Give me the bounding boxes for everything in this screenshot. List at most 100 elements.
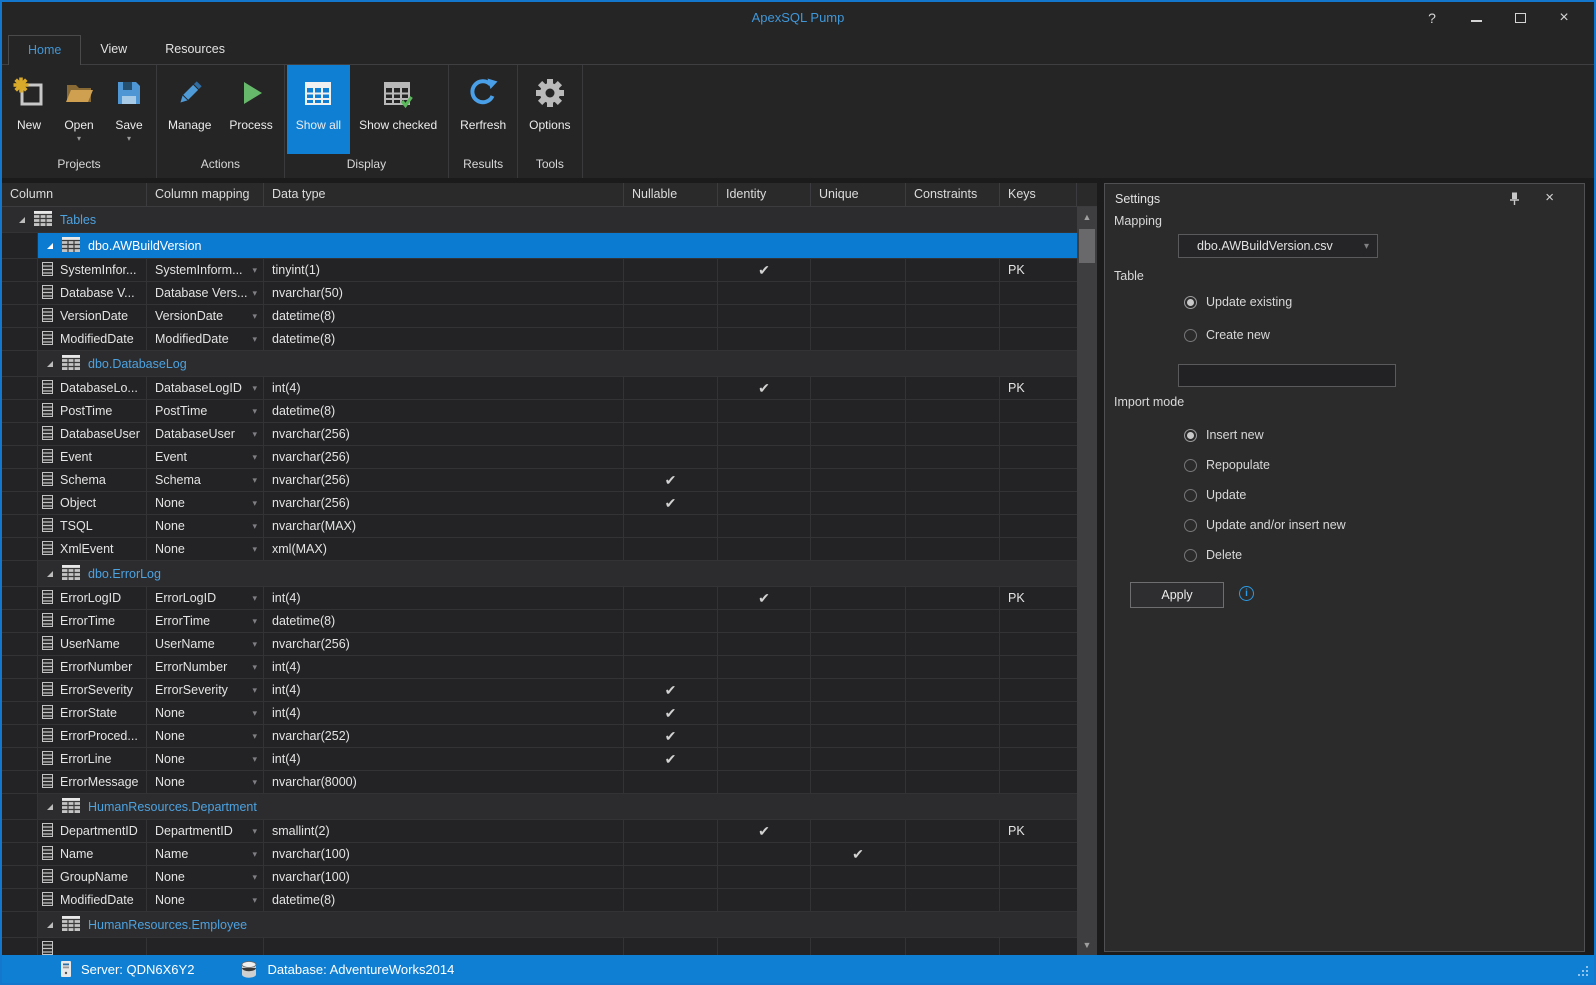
chevron-down-icon[interactable]: ▾ bbox=[252, 593, 257, 604]
header-keys[interactable]: Keys bbox=[1000, 183, 1077, 206]
table-row[interactable]: SystemInfor... SystemInform... ▾ tinyint… bbox=[2, 259, 1077, 282]
header-nullable[interactable]: Nullable bbox=[624, 183, 718, 206]
apply-button[interactable]: Apply bbox=[1130, 582, 1224, 608]
header-identity[interactable]: Identity bbox=[718, 183, 811, 206]
column-mapping-cell[interactable]: Schema ▾ bbox=[147, 469, 264, 491]
radio-icon[interactable] bbox=[1184, 295, 1197, 309]
save-button[interactable]: Save ▾ bbox=[104, 65, 154, 154]
chevron-down-icon[interactable]: ▾ bbox=[252, 872, 257, 883]
table-row[interactable]: XmlEvent None ▾ xml(MAX) bbox=[2, 538, 1077, 561]
open-button[interactable]: Open ▾ bbox=[54, 65, 104, 154]
header-column[interactable]: Column bbox=[2, 183, 147, 206]
table-row[interactable]: ErrorState None ▾ int(4) ✔ bbox=[2, 702, 1077, 725]
table-row[interactable]: ErrorTime ErrorTime ▾ datetime(8) bbox=[2, 610, 1077, 633]
table-row[interactable]: Event Event ▾ nvarchar(256) bbox=[2, 446, 1077, 469]
show-checked-button[interactable]: Show checked bbox=[350, 65, 446, 154]
process-button[interactable]: Process bbox=[220, 65, 281, 154]
table-row[interactable]: Object None ▾ nvarchar(256) ✔ bbox=[2, 492, 1077, 515]
chevron-down-icon[interactable]: ▾ bbox=[252, 406, 257, 417]
expand-triangle-icon[interactable] bbox=[46, 921, 54, 929]
table-group-row[interactable]: HumanResources.Employee bbox=[2, 912, 1077, 938]
chevron-down-icon[interactable]: ▾ bbox=[252, 288, 257, 299]
column-mapping-cell[interactable]: None ▾ bbox=[147, 771, 264, 793]
radio-icon[interactable] bbox=[1184, 428, 1197, 442]
radio-import-update[interactable]: Update bbox=[1184, 487, 1346, 503]
expand-triangle-icon[interactable] bbox=[18, 216, 26, 224]
table-row[interactable]: DatabaseLo... DatabaseLogID ▾ int(4) ✔ P… bbox=[2, 377, 1077, 400]
column-mapping-cell[interactable]: ErrorTime ▾ bbox=[147, 610, 264, 632]
column-mapping-cell[interactable]: DepartmentID ▾ bbox=[147, 820, 264, 842]
radio-import-delete[interactable]: Delete bbox=[1184, 547, 1346, 563]
table-row[interactable]: Schema Schema ▾ nvarchar(256) ✔ bbox=[2, 469, 1077, 492]
column-mapping-cell[interactable]: None ▾ bbox=[147, 748, 264, 770]
vertical-scrollbar[interactable]: ▲ ▼ bbox=[1077, 207, 1097, 955]
tab-home[interactable]: Home bbox=[8, 35, 82, 65]
column-mapping-cell[interactable]: Event ▾ bbox=[147, 446, 264, 468]
column-mapping-cell[interactable]: DatabaseUser ▾ bbox=[147, 423, 264, 445]
chevron-down-icon[interactable]: ▾ bbox=[252, 895, 257, 906]
column-mapping-cell[interactable]: ErrorSeverity ▾ bbox=[147, 679, 264, 701]
resize-grip[interactable] bbox=[1576, 964, 1589, 980]
chevron-down-icon[interactable]: ▾ bbox=[252, 662, 257, 673]
table-row[interactable]: DatabaseUser DatabaseUser ▾ nvarchar(256… bbox=[2, 423, 1077, 446]
header-data-type[interactable]: Data type bbox=[264, 183, 624, 206]
expand-triangle-icon[interactable] bbox=[46, 570, 54, 578]
expand-triangle-icon[interactable] bbox=[46, 242, 54, 250]
radio-icon[interactable] bbox=[1184, 518, 1197, 532]
maximize-button[interactable] bbox=[1498, 2, 1542, 34]
table-group-row[interactable]: HumanResources.Department bbox=[2, 794, 1077, 820]
chevron-down-icon[interactable]: ▾ bbox=[252, 475, 257, 486]
options-button[interactable]: Options bbox=[520, 65, 579, 154]
column-mapping-cell[interactable]: SystemInform... ▾ bbox=[147, 259, 264, 281]
info-icon[interactable]: i bbox=[1239, 586, 1254, 601]
radio-import-repopulate[interactable]: Repopulate bbox=[1184, 457, 1346, 473]
column-mapping-cell[interactable]: None ▾ bbox=[147, 866, 264, 888]
chevron-down-icon[interactable]: ▾ bbox=[127, 135, 131, 143]
chevron-down-icon[interactable]: ▾ bbox=[252, 685, 257, 696]
table-row[interactable]: ErrorLine None ▾ int(4) ✔ bbox=[2, 748, 1077, 771]
column-mapping-cell[interactable]: ModifiedDate ▾ bbox=[147, 328, 264, 350]
new-table-name-input[interactable] bbox=[1178, 364, 1396, 387]
table-group-row[interactable]: dbo.DatabaseLog bbox=[2, 351, 1077, 377]
chevron-down-icon[interactable]: ▾ bbox=[252, 383, 257, 394]
help-button[interactable]: ? bbox=[1410, 2, 1454, 34]
column-mapping-cell[interactable]: UserName ▾ bbox=[147, 633, 264, 655]
chevron-down-icon[interactable]: ▾ bbox=[252, 754, 257, 765]
refresh-button[interactable]: Rerfresh bbox=[451, 65, 515, 154]
scroll-down-icon[interactable]: ▼ bbox=[1077, 937, 1097, 953]
table-row[interactable]: ErrorLogID ErrorLogID ▾ int(4) ✔ PK bbox=[2, 587, 1077, 610]
column-mapping-cell[interactable]: PostTime ▾ bbox=[147, 400, 264, 422]
scrollbar-thumb[interactable] bbox=[1079, 229, 1095, 263]
table-row[interactable]: ErrorSeverity ErrorSeverity ▾ int(4) ✔ bbox=[2, 679, 1077, 702]
table-row[interactable]: ModifiedDate None ▾ datetime(8) bbox=[2, 889, 1077, 912]
chevron-down-icon[interactable]: ▾ bbox=[252, 826, 257, 837]
chevron-down-icon[interactable]: ▾ bbox=[252, 452, 257, 463]
radio-icon[interactable] bbox=[1184, 488, 1197, 502]
table-row[interactable]: ▾ bbox=[2, 938, 1077, 955]
chevron-down-icon[interactable]: ▾ bbox=[252, 777, 257, 788]
table-row[interactable]: ErrorProced... None ▾ nvarchar(252) ✔ bbox=[2, 725, 1077, 748]
tab-view[interactable]: View bbox=[81, 35, 146, 64]
column-mapping-cell[interactable]: None ▾ bbox=[147, 515, 264, 537]
table-row[interactable]: VersionDate VersionDate ▾ datetime(8) bbox=[2, 305, 1077, 328]
chevron-down-icon[interactable]: ▾ bbox=[252, 521, 257, 532]
chevron-down-icon[interactable]: ▾ bbox=[252, 544, 257, 555]
header-column-mapping[interactable]: Column mapping bbox=[147, 183, 264, 206]
column-mapping-cell[interactable]: Name ▾ bbox=[147, 843, 264, 865]
scroll-up-icon[interactable]: ▲ bbox=[1077, 209, 1097, 225]
column-mapping-cell[interactable]: None ▾ bbox=[147, 492, 264, 514]
tab-resources[interactable]: Resources bbox=[146, 35, 244, 64]
table-row[interactable]: PostTime PostTime ▾ datetime(8) bbox=[2, 400, 1077, 423]
table-row[interactable]: DepartmentID DepartmentID ▾ smallint(2) … bbox=[2, 820, 1077, 843]
new-button[interactable]: New bbox=[4, 65, 54, 154]
close-icon[interactable]: × bbox=[1545, 189, 1554, 206]
table-row[interactable]: ErrorMessage None ▾ nvarchar(8000) bbox=[2, 771, 1077, 794]
column-mapping-cell[interactable]: ▾ bbox=[147, 938, 264, 955]
radio-icon[interactable] bbox=[1184, 548, 1197, 562]
chevron-down-icon[interactable]: ▾ bbox=[252, 849, 257, 860]
chevron-down-icon[interactable]: ▾ bbox=[252, 334, 257, 345]
chevron-down-icon[interactable]: ▾ bbox=[252, 708, 257, 719]
header-constraints[interactable]: Constraints bbox=[906, 183, 1000, 206]
chevron-down-icon[interactable]: ▾ bbox=[252, 498, 257, 509]
table-row[interactable]: Database V... Database Vers... ▾ nvarcha… bbox=[2, 282, 1077, 305]
